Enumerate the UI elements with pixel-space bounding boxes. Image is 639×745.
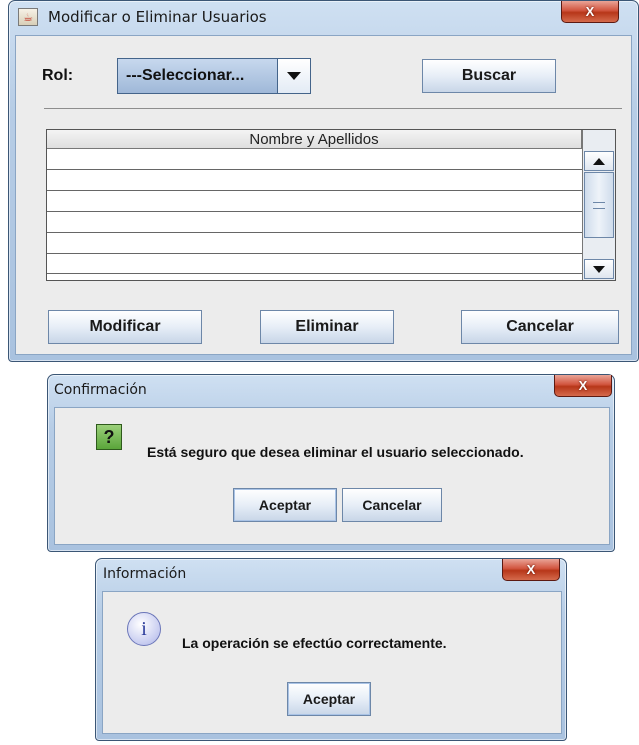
confirm-accept-button[interactable]: Aceptar (233, 488, 337, 522)
table-row[interactable] (47, 232, 582, 233)
info-client-area: i La operación se efectúo correctamente.… (102, 591, 562, 734)
info-icon: i (127, 612, 161, 646)
confirm-titlebar[interactable]: Confirmación X (48, 375, 614, 405)
info-dialog-title: Información (103, 566, 187, 582)
table-body[interactable] (47, 149, 582, 280)
info-message: La operación se efectúo correctamente. (182, 635, 447, 651)
confirm-cancel-button[interactable]: Cancelar (342, 488, 442, 522)
close-icon: X (578, 378, 588, 393)
java-icon: ☕ (18, 8, 38, 26)
info-glyph: i (141, 617, 147, 640)
delete-button[interactable]: Eliminar (260, 310, 394, 344)
main-titlebar[interactable]: ☕ Modificar o Eliminar Usuarios X (9, 1, 638, 33)
main-window-title: Modificar o Eliminar Usuarios (48, 8, 267, 26)
main-window: ☕ Modificar o Eliminar Usuarios X Rol: -… (8, 0, 639, 362)
table-row[interactable] (47, 253, 582, 254)
scroll-thumb[interactable] (584, 172, 614, 238)
table-row[interactable] (47, 211, 582, 212)
modify-button[interactable]: Modificar (48, 310, 202, 344)
table-row[interactable] (47, 190, 582, 191)
arrow-down-icon (593, 265, 605, 273)
search-button[interactable]: Buscar (422, 59, 556, 93)
info-close-button[interactable]: X (502, 559, 560, 581)
close-icon: X (585, 4, 595, 19)
close-icon: X (526, 562, 536, 577)
confirm-client-area: ? Está seguro que desea eliminar el usua… (54, 407, 610, 545)
separator (44, 108, 622, 109)
users-table: Nombre y Apellidos (46, 129, 616, 281)
main-close-button[interactable]: X (561, 1, 619, 23)
confirm-close-button[interactable]: X (554, 375, 612, 397)
question-icon: ? (96, 424, 122, 450)
confirm-dialog: Confirmación X ? Está seguro que desea e… (47, 374, 615, 552)
info-dialog: Información X i La operación se efectúo … (95, 558, 567, 741)
arrow-up-icon (593, 157, 605, 165)
cancel-button[interactable]: Cancelar (461, 310, 619, 344)
scroll-down-button[interactable] (584, 259, 614, 279)
confirm-message: Está seguro que desea eliminar el usuari… (147, 444, 524, 460)
scroll-up-button[interactable] (584, 151, 614, 171)
question-glyph: ? (103, 426, 115, 447)
table-scrollbar[interactable] (582, 130, 615, 280)
info-accept-button[interactable]: Aceptar (287, 682, 371, 716)
table-row[interactable] (47, 169, 582, 170)
chevron-down-icon[interactable] (277, 59, 310, 93)
column-header-nombre[interactable]: Nombre y Apellidos (47, 130, 582, 149)
info-titlebar[interactable]: Información X (96, 559, 566, 589)
confirm-dialog-title: Confirmación (54, 382, 147, 398)
role-combo[interactable]: ---Seleccionar... (117, 58, 311, 94)
role-label: Rol: (42, 67, 74, 84)
table-row[interactable] (47, 273, 582, 274)
role-combo-value: ---Seleccionar... (126, 67, 245, 84)
main-client-area: Rol: ---Seleccionar... Buscar Nombre y A… (15, 35, 632, 355)
